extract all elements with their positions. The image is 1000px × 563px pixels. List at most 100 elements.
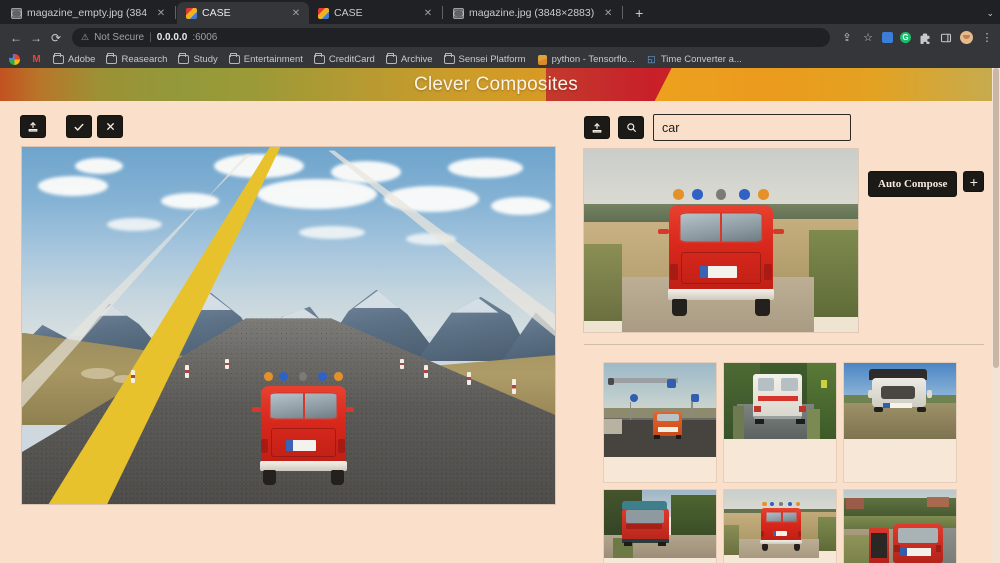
compose-actions: Auto Compose +	[858, 149, 985, 197]
reject-button[interactable]	[97, 115, 123, 138]
app-header-banner: Clever Composites	[0, 68, 992, 101]
address-bar[interactable]: ⚠ Not Secure | 0.0.0.0 :6006	[72, 28, 830, 47]
bookmark-entertainment[interactable]: Entertainment	[225, 53, 307, 66]
tab-divider	[175, 5, 176, 19]
url-port: :6006	[192, 32, 218, 43]
close-icon[interactable]: ✕	[601, 6, 615, 20]
close-icon[interactable]: ✕	[289, 6, 303, 20]
extension-blue-icon[interactable]	[882, 32, 893, 43]
timeconverter-icon: ◱	[647, 54, 656, 64]
chrome-menu-icon[interactable]: ⋮	[980, 31, 994, 45]
folder-icon	[313, 53, 325, 64]
bookmark-study[interactable]: Study	[174, 53, 221, 66]
page-scrollbar[interactable]	[992, 68, 1000, 563]
folder-icon	[53, 53, 64, 64]
url-host: 0.0.0.0	[156, 32, 188, 43]
workspace: Auto Compose +	[0, 101, 992, 563]
tab-strip: magazine_empty.jpg (3848×2 ✕ CASE ✕ CASE…	[0, 0, 1000, 24]
assets-pane: Auto Compose +	[580, 101, 992, 563]
search-toolbar	[580, 101, 992, 141]
accept-button[interactable]	[66, 115, 92, 138]
tab-title: CASE	[334, 7, 363, 19]
globe-icon	[11, 7, 22, 19]
add-button[interactable]: +	[963, 171, 985, 192]
folder-icon	[443, 53, 455, 64]
thumb-red-vw-bus[interactable]	[724, 490, 836, 563]
browser-tab-3[interactable]: CASE ✕	[309, 2, 441, 24]
security-status-label: Not Secure	[94, 32, 145, 43]
browser-tab-2[interactable]: CASE ✕	[177, 2, 309, 24]
extensions-puzzle-icon[interactable]	[918, 31, 932, 45]
python-icon	[537, 54, 547, 65]
search-input[interactable]	[653, 114, 851, 141]
editor-toolbar	[0, 101, 580, 138]
bookmark-google[interactable]	[5, 53, 24, 66]
bookmarks-bar: M Adobe Reasearch Study Entertainment Cr…	[0, 51, 1000, 68]
search-button[interactable]	[618, 116, 644, 139]
folder-icon	[106, 53, 118, 64]
globe-icon	[453, 7, 464, 19]
close-icon[interactable]: ✕	[154, 6, 168, 20]
app-page: Clever Composites car Auto Compose +	[0, 68, 1000, 563]
browser-chrome: magazine_empty.jpg (3848×2 ✕ CASE ✕ CASE…	[0, 0, 1000, 68]
not-secure-warning-icon: ⚠	[81, 32, 90, 42]
side-panel-icon[interactable]	[939, 31, 953, 45]
reload-button[interactable]: ⟳	[46, 28, 66, 48]
folder-icon	[228, 53, 240, 64]
search-results-grid	[580, 345, 980, 563]
bookmark-reasearch[interactable]: Reasearch	[102, 53, 171, 66]
avatar[interactable]	[960, 31, 973, 44]
auto-compose-button[interactable]: Auto Compose	[868, 171, 958, 197]
omnibox-divider: |	[149, 32, 152, 43]
upload-button[interactable]	[20, 115, 46, 138]
bookmark-archive[interactable]: Archive	[382, 53, 437, 66]
composite-canvas[interactable]	[22, 147, 555, 504]
thumb-red-car-open-door[interactable]	[844, 490, 956, 563]
tab-title: magazine.jpg (3848×2883)	[469, 7, 595, 19]
bookmark-label: Time Converter a...	[660, 54, 742, 65]
bookmark-star-icon[interactable]: ☆	[861, 31, 875, 45]
selected-asset-preview[interactable]	[584, 149, 858, 332]
forward-button[interactable]: →	[26, 28, 46, 48]
grammarly-icon[interactable]: G	[900, 32, 911, 43]
case-app-icon	[186, 7, 197, 19]
new-tab-button[interactable]: +	[628, 2, 650, 24]
tab-divider	[442, 5, 443, 19]
tab-strip-right: ⌄	[986, 2, 1000, 24]
thumb-citroen-2cv[interactable]	[844, 363, 956, 482]
bookmark-label: Entertainment	[243, 54, 303, 65]
thumb-van-graphic	[758, 502, 805, 552]
bookmark-time-converter[interactable]: ◱ Time Converter a...	[642, 53, 746, 66]
google-icon	[9, 54, 20, 65]
editor-pane	[0, 101, 580, 563]
bookmark-creditcard[interactable]: CreditCard	[310, 53, 379, 66]
browser-tab-1[interactable]: magazine_empty.jpg (3848×2 ✕	[2, 2, 174, 24]
scrollbar-thumb[interactable]	[993, 68, 999, 368]
composited-van[interactable]	[251, 371, 355, 490]
bookmark-python-tensorflow[interactable]: python - Tensorflo...	[533, 53, 639, 66]
bookmark-label: Study	[193, 54, 218, 65]
chevron-down-icon[interactable]: ⌄	[986, 8, 994, 19]
thumb-orange-car-highway[interactable]	[604, 363, 716, 482]
folder-icon	[385, 53, 397, 64]
gmail-icon: M	[32, 54, 41, 65]
case-app-icon	[318, 7, 329, 19]
thumb-white-ambulance[interactable]	[724, 363, 836, 482]
bookmark-label: python - Tensorflo...	[551, 54, 635, 65]
back-button[interactable]: ←	[6, 28, 26, 48]
bookmark-gmail[interactable]: M	[27, 53, 46, 66]
bookmark-label: Archive	[400, 54, 433, 65]
preview-van	[658, 189, 784, 321]
share-icon[interactable]: ⇪	[840, 31, 854, 45]
thumb-red-van-forest[interactable]	[604, 490, 716, 563]
close-icon[interactable]: ✕	[421, 6, 435, 20]
upload-asset-button[interactable]	[584, 116, 610, 139]
bookmark-label: Reasearch	[121, 54, 168, 65]
bookmark-adobe[interactable]: Adobe	[49, 53, 99, 66]
bookmark-label: CreditCard	[328, 54, 375, 65]
bookmark-sensei-platform[interactable]: Sensei Platform	[440, 53, 530, 66]
page-title: Clever Composites	[414, 73, 578, 95]
browser-toolbar: ← → ⟳ ⚠ Not Secure | 0.0.0.0 :6006 ⇪ ☆ G…	[0, 24, 1000, 51]
tab-title: magazine_empty.jpg (3848×2	[27, 7, 147, 19]
browser-tab-4[interactable]: magazine.jpg (3848×2883) ✕	[444, 2, 621, 24]
